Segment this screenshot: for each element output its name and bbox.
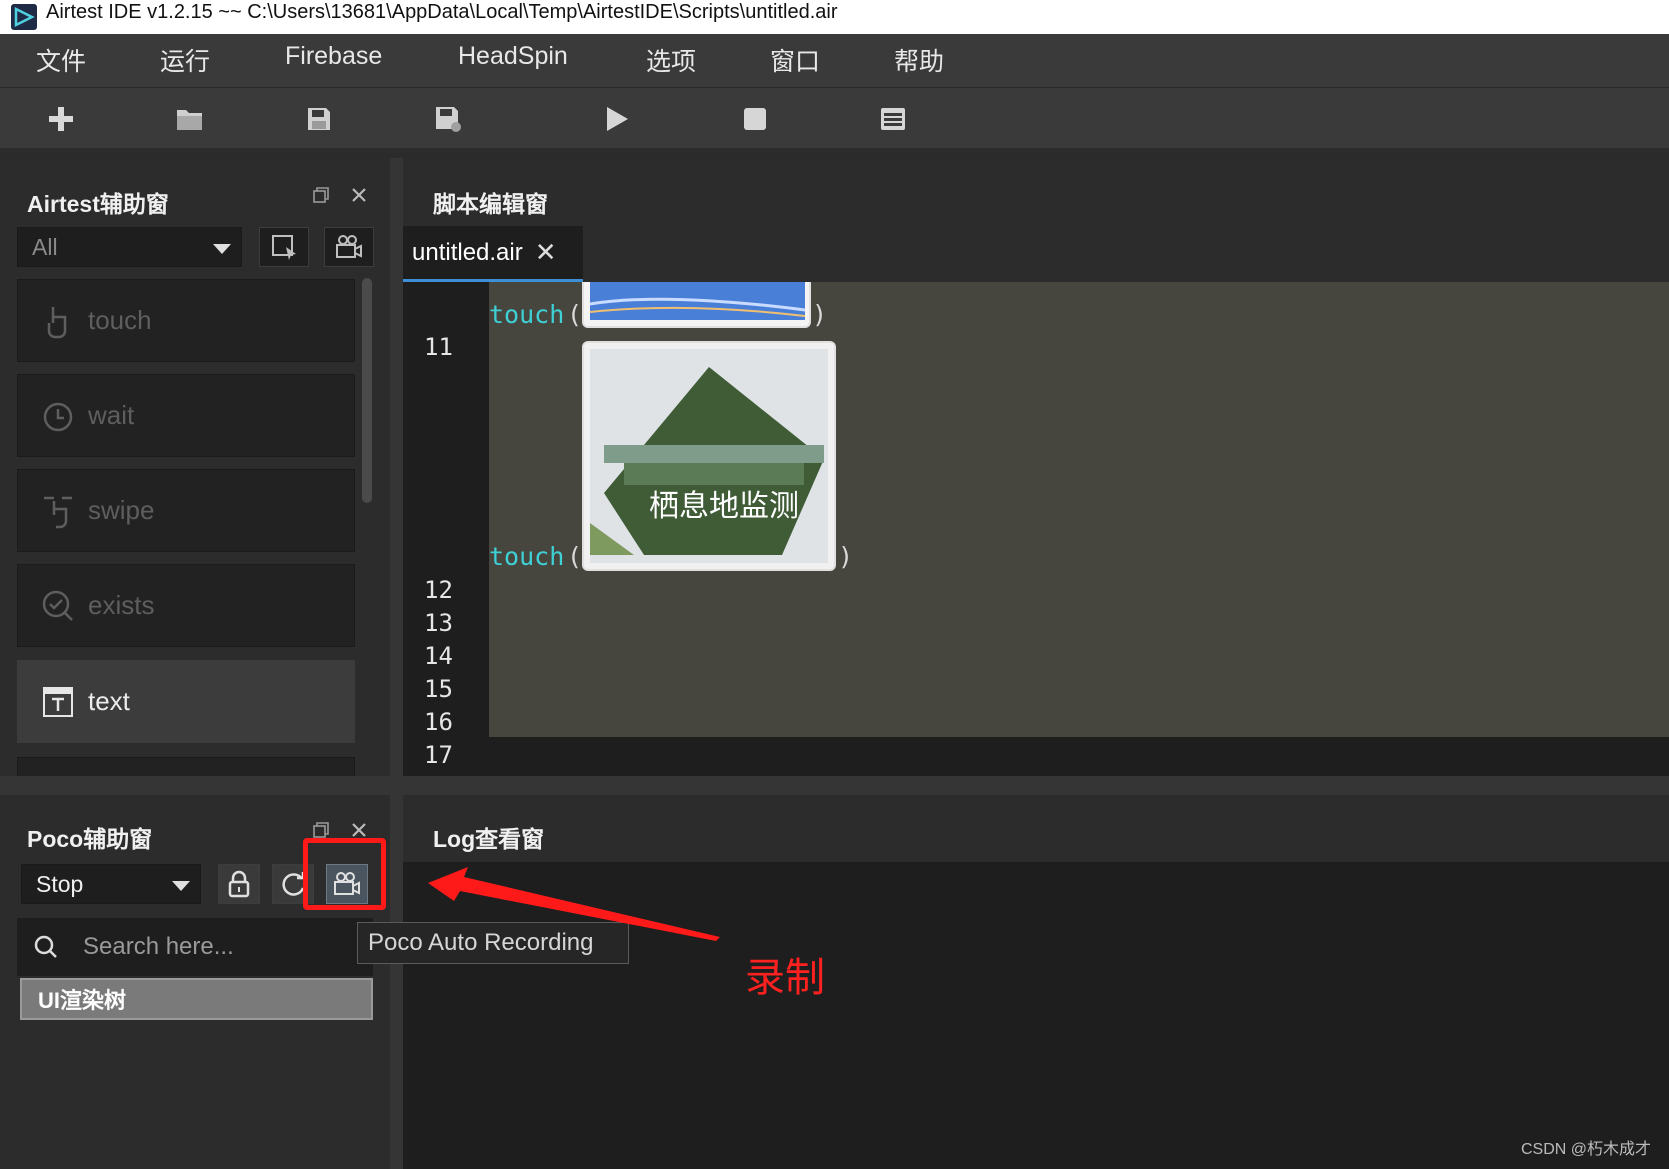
search-icon xyxy=(34,935,57,958)
image-caption: 栖息地监测 xyxy=(649,489,799,524)
action-wait-label: wait xyxy=(88,400,135,430)
swipe-hand-icon xyxy=(40,493,76,529)
airtest-panel-scrollbar[interactable] xyxy=(362,278,372,503)
video-camera-icon xyxy=(336,235,362,258)
alarm-clock-icon xyxy=(40,398,76,434)
action-text-label: text xyxy=(88,686,130,716)
code-keyword-touch: touch xyxy=(489,542,565,571)
airtest-filter-value: All xyxy=(32,233,58,260)
log-panel-title: Log查看窗 xyxy=(433,826,545,852)
annotation-label: 录制 xyxy=(745,956,825,1000)
menu-options[interactable]: 选项 xyxy=(646,42,696,78)
code-open-paren: ( xyxy=(567,542,583,571)
hand-pointer-icon xyxy=(40,303,76,339)
window-title: Airtest IDE v1.2.15 ~~ C:\Users\13681\Ap… xyxy=(46,0,838,23)
menu-bar: 文件 运行 Firebase HeadSpin 选项 窗口 帮助 xyxy=(0,34,1669,88)
line-number: 13 xyxy=(424,609,453,637)
stop-icon xyxy=(744,108,766,130)
airtest-filter-select[interactable]: All xyxy=(17,227,242,267)
ui-render-tree-item[interactable]: UI渲染树 xyxy=(20,978,373,1020)
menu-file[interactable]: 文件 xyxy=(36,42,86,78)
title-bar: Airtest IDE v1.2.15 ~~ C:\Users\13681\Ap… xyxy=(0,0,1669,34)
float-panel-icon[interactable] xyxy=(312,821,330,839)
action-swipe[interactable]: swipe xyxy=(17,469,355,552)
menu-run[interactable]: 运行 xyxy=(160,42,210,78)
check-search-icon xyxy=(40,588,76,624)
float-panel-icon[interactable] xyxy=(312,186,330,204)
airtest-record-button[interactable] xyxy=(324,227,374,267)
poco-mode-select[interactable]: Stop xyxy=(21,864,201,904)
play-icon xyxy=(607,107,628,131)
close-panel-icon[interactable] xyxy=(350,186,368,204)
code-open-paren: ( xyxy=(567,300,583,329)
annotation-arrow-icon xyxy=(428,867,720,941)
save-button[interactable] xyxy=(302,102,336,136)
chevron-down-icon xyxy=(172,881,190,891)
code-area-blank[interactable] xyxy=(489,737,1669,776)
stop-button[interactable] xyxy=(738,102,772,136)
vertical-splitter[interactable] xyxy=(390,158,403,1169)
tab-untitled-air[interactable]: untitled.air ✕ xyxy=(403,226,583,282)
menu-headspin[interactable]: HeadSpin xyxy=(458,42,568,71)
action-exists[interactable]: exists xyxy=(17,564,355,647)
line-number: 15 xyxy=(424,675,453,703)
tab-label: untitled.air xyxy=(412,238,523,266)
poco-search-field[interactable]: Search here... xyxy=(17,918,373,976)
lock-icon xyxy=(228,870,250,898)
poco-search-placeholder: Search here... xyxy=(83,933,234,960)
airtest-panel-title: Airtest辅助窗 xyxy=(27,191,169,217)
action-text[interactable]: text xyxy=(17,660,355,743)
log-list-icon xyxy=(881,108,905,130)
line-number: 12 xyxy=(424,576,453,604)
watermark: CSDN @朽木成才 xyxy=(1520,1141,1651,1158)
save-as-button[interactable] xyxy=(431,102,465,136)
new-script-button[interactable] xyxy=(44,102,78,136)
airtest-logo-icon xyxy=(11,4,37,30)
habitat-monitoring-image: 栖息地监测 xyxy=(584,343,834,569)
poco-lock-button[interactable] xyxy=(218,864,260,904)
poco-panel-window-buttons xyxy=(312,821,368,839)
close-panel-icon[interactable] xyxy=(350,821,368,839)
menu-firebase[interactable]: Firebase xyxy=(285,42,382,71)
line-number: 14 xyxy=(424,642,453,670)
editor-panel-title: 脚本编辑窗 xyxy=(433,191,548,217)
horizontal-splitter[interactable] xyxy=(0,776,1669,795)
action-exists-label: exists xyxy=(88,590,155,620)
open-script-button[interactable] xyxy=(173,102,207,136)
code-screenshot-thumbnail[interactable] xyxy=(582,282,811,328)
action-wait[interactable]: wait xyxy=(17,374,355,457)
action-touch[interactable]: touch xyxy=(17,279,355,362)
menu-window[interactable]: 窗口 xyxy=(770,42,820,78)
code-keyword-touch: touch xyxy=(489,300,565,329)
log-view-button[interactable] xyxy=(876,102,910,136)
airtest-panel-window-buttons xyxy=(312,186,368,204)
text-input-icon xyxy=(40,684,76,720)
poco-panel-title: Poco辅助窗 xyxy=(27,826,153,852)
plus-icon xyxy=(49,107,73,131)
menu-help[interactable]: 帮助 xyxy=(894,42,944,78)
airtest-screenshot-button[interactable] xyxy=(259,227,309,267)
action-touch-label: touch xyxy=(88,305,152,335)
annotation-highlight-box xyxy=(303,838,386,910)
airtest-ide-window: Airtest IDE v1.2.15 ~~ C:\Users\13681\Ap… xyxy=(0,0,1669,1169)
open-folder-icon xyxy=(177,110,202,130)
line-number: 17 xyxy=(424,741,453,769)
chevron-down-icon xyxy=(213,244,231,254)
toolbar xyxy=(0,88,1669,153)
blue-banner-image xyxy=(589,282,806,320)
line-number: 11 xyxy=(424,333,453,361)
line-number: 16 xyxy=(424,708,453,736)
select-region-icon xyxy=(272,235,296,260)
code-close-paren: ) xyxy=(838,542,854,571)
poco-mode-value: Stop xyxy=(36,870,84,897)
save-icon xyxy=(308,108,330,130)
ui-render-tree-label: UI渲染树 xyxy=(38,988,127,1013)
run-button[interactable] xyxy=(600,102,634,136)
save-as-icon xyxy=(436,107,461,132)
action-swipe-label: swipe xyxy=(88,495,155,525)
code-screenshot-thumbnail[interactable]: 栖息地监测 xyxy=(582,341,836,571)
code-close-paren: ) xyxy=(812,300,828,329)
close-tab-icon[interactable]: ✕ xyxy=(535,237,557,268)
